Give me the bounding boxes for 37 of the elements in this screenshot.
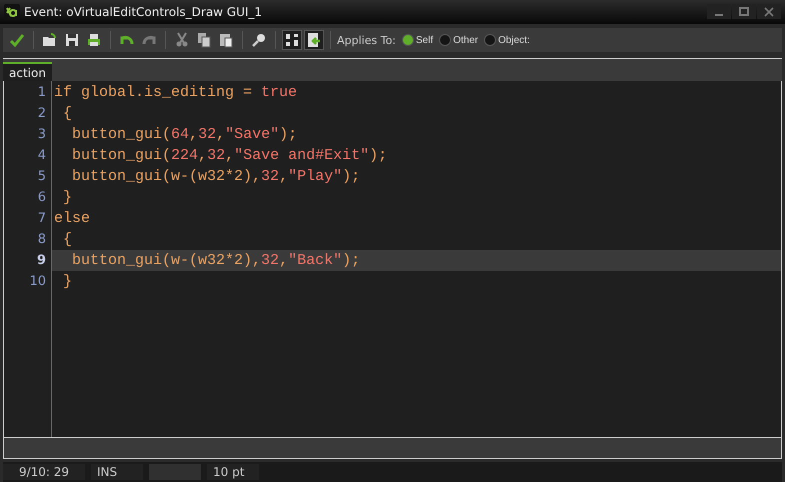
code-line: button_gui(w-(w32*2),32,"Back"); bbox=[71, 252, 360, 269]
status-field: 10 pt bbox=[207, 464, 259, 480]
window-title: Event: oVirtualEditControls_Draw GUI_1 bbox=[24, 5, 264, 19]
close-icon bbox=[764, 6, 774, 16]
applies-to-radio[interactable]: Self bbox=[402, 34, 434, 46]
applies-to-radio[interactable]: Other bbox=[439, 34, 478, 46]
line-number: 10 bbox=[28, 273, 47, 291]
editor-tab[interactable]: action bbox=[3, 62, 52, 81]
status-field: 9/10: 29 bbox=[3, 464, 85, 480]
code-line: button_gui(64,32,"Save"); bbox=[71, 126, 298, 143]
code-line: if global.is_editing = true bbox=[54, 84, 298, 101]
app-logo-icon bbox=[4, 4, 20, 20]
minimize-icon bbox=[715, 14, 723, 16]
status-field: INS bbox=[91, 464, 143, 480]
line-number: 3 bbox=[36, 126, 47, 144]
maximize-button[interactable] bbox=[732, 4, 756, 19]
line-number: 1 bbox=[36, 84, 47, 102]
code-line: button_gui(w-(w32*2),32,"Play"); bbox=[71, 168, 360, 185]
line-number: 6 bbox=[36, 189, 47, 207]
code-line: } bbox=[62, 189, 72, 206]
code-line: { bbox=[62, 105, 72, 122]
grid-icon[interactable] bbox=[282, 30, 302, 50]
line-number: 7 bbox=[36, 210, 47, 228]
code-line: { bbox=[62, 231, 72, 248]
close-button[interactable] bbox=[757, 4, 781, 19]
line-number: 4 bbox=[36, 147, 47, 165]
applies-to-label: Applies To: bbox=[337, 34, 396, 46]
maximize-icon bbox=[739, 6, 749, 16]
applies-to-radio[interactable]: Object: bbox=[484, 34, 530, 46]
line-number: 5 bbox=[36, 168, 47, 186]
code-line: button_gui(224,32,"Save and#Exit"); bbox=[71, 147, 388, 164]
line-number: 8 bbox=[36, 231, 47, 249]
line-number: 9 bbox=[36, 252, 47, 270]
code-line: } bbox=[62, 273, 72, 290]
line-number: 2 bbox=[36, 105, 47, 123]
code-line: else bbox=[54, 210, 90, 227]
code-editor[interactable]: 1 2 3 4 5 6 7 8 9 10 if global.is_editing = true { button_gui(64,32,"Save"); button_gui(224,32,"Save and#Exit"); button_gui(w-(w32*2),32,"Play"); } else { button_gui(w-(w32*2),32,"Back"); } bbox=[3, 81, 782, 437]
